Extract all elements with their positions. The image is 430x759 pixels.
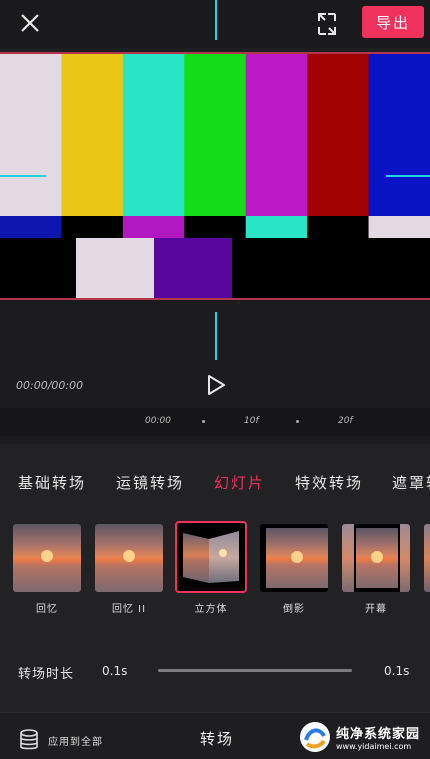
tab-mask-transition[interactable]: 遮罩转 xyxy=(392,472,430,493)
color-bar xyxy=(368,54,430,216)
ruler-dot xyxy=(202,420,205,423)
export-button[interactable]: 导出 xyxy=(362,6,424,38)
database-icon xyxy=(20,729,38,750)
color-bar xyxy=(61,54,124,216)
color-bar xyxy=(0,216,62,238)
duration-slider[interactable] xyxy=(158,669,352,672)
color-bar xyxy=(307,54,370,216)
watermark-logo-icon xyxy=(300,722,330,752)
tab-slideshow[interactable]: 幻灯片 xyxy=(214,472,265,493)
color-bars-frame xyxy=(0,54,430,298)
curtain-right xyxy=(400,524,410,592)
color-bar xyxy=(122,54,185,216)
transition-label: 开幕 xyxy=(365,604,387,615)
duration-min-value: 0.1s xyxy=(102,664,128,678)
sunset-image xyxy=(95,524,163,592)
color-bar xyxy=(154,238,232,298)
color-bar xyxy=(184,216,247,238)
time-ruler[interactable] xyxy=(0,408,430,436)
cube-image xyxy=(183,531,239,583)
transition-thumb-reflection[interactable] xyxy=(260,524,328,592)
color-bar xyxy=(0,54,62,216)
ruler-tick-label: 00:00 xyxy=(145,416,171,426)
color-bar xyxy=(307,216,370,238)
color-bar xyxy=(245,54,308,216)
close-icon xyxy=(21,14,39,32)
fullscreen-icon xyxy=(318,13,336,35)
curtain-left xyxy=(342,524,354,592)
playhead[interactable] xyxy=(215,312,217,360)
ruler-tick-label: 10f xyxy=(244,416,259,426)
color-bar xyxy=(122,216,185,238)
transition-label: 立方体 xyxy=(194,604,228,615)
close-button[interactable] xyxy=(14,8,46,40)
tab-basic-transition[interactable]: 基础转场 xyxy=(18,472,86,493)
transition-label: 倒影 xyxy=(283,604,305,615)
duration-value: 0.1s xyxy=(384,664,410,678)
play-button[interactable] xyxy=(202,372,228,398)
transition-thumb-cube[interactable] xyxy=(175,521,247,593)
ruler-dot xyxy=(296,420,299,423)
transition-thumb-memory[interactable] xyxy=(13,524,81,592)
color-bar xyxy=(232,238,300,298)
crop-guide-right xyxy=(386,175,430,177)
playhead-top xyxy=(215,0,217,40)
reflection-image xyxy=(266,528,328,588)
crop-guide-left xyxy=(0,175,46,177)
color-bar xyxy=(184,54,247,216)
transition-label: 回忆 xyxy=(36,604,58,615)
video-preview[interactable] xyxy=(0,52,430,300)
color-bar xyxy=(245,216,308,238)
apply-all-label: 应用到全部 xyxy=(48,736,103,748)
curtain-image xyxy=(356,528,398,588)
watermark-url: www.yidaimei.com xyxy=(336,742,412,751)
sunset-image xyxy=(13,524,81,592)
color-bar xyxy=(300,238,360,298)
duration-label: 转场时长 xyxy=(18,667,75,682)
watermark: 纯净系统家园 www.yidaimei.com xyxy=(298,716,430,758)
apply-all-button[interactable]: 应用到全部 xyxy=(18,728,103,752)
transition-thumb-memory-ii[interactable] xyxy=(95,524,163,592)
bottom-title: 转场 xyxy=(200,730,235,748)
color-bar xyxy=(0,238,76,298)
color-bar xyxy=(400,238,430,298)
fullscreen-button[interactable] xyxy=(310,8,344,40)
color-bar xyxy=(61,216,124,238)
ruler-tick-label: 20f xyxy=(338,416,353,426)
tab-effect-transition[interactable]: 特效转场 xyxy=(295,472,363,493)
time-display: 00:00/00:00 xyxy=(16,379,84,392)
color-bar xyxy=(368,216,430,238)
tab-camera-transition[interactable]: 运镜转场 xyxy=(116,472,184,493)
transition-thumb-curtain[interactable] xyxy=(342,524,410,592)
watermark-name: 纯净系统家园 xyxy=(336,727,421,742)
play-icon xyxy=(208,375,225,395)
color-bar xyxy=(76,238,154,298)
transition-thumb-partial[interactable] xyxy=(424,524,430,592)
color-bar xyxy=(360,238,400,298)
transition-label: 回忆 II xyxy=(111,604,147,615)
